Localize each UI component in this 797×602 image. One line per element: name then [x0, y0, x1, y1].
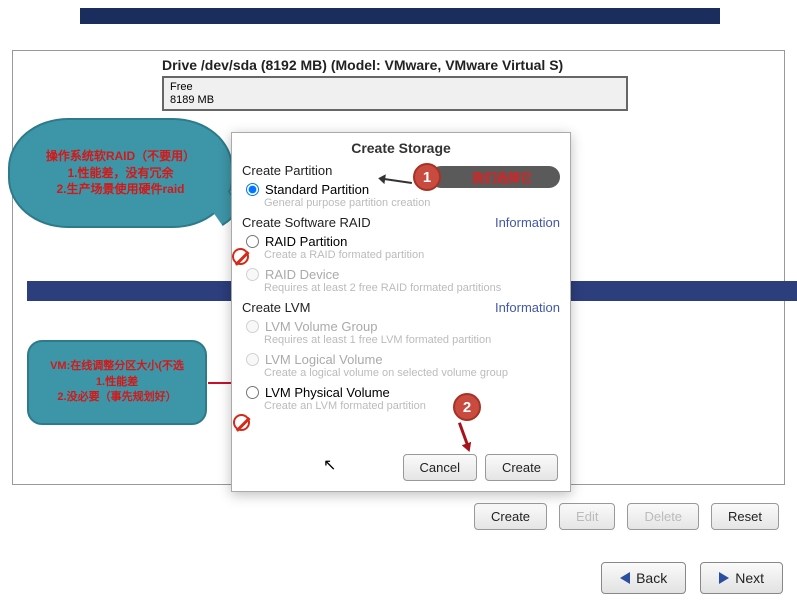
annotation-number-2: 2 — [453, 393, 481, 421]
radio-desc: Requires at least 2 free RAID formated p… — [232, 282, 570, 298]
annotation-bubble-raid: 操作系统软RAID（不要用） 1.性能差，没有冗余 2.生产场景使用硬件raid — [8, 118, 233, 228]
annotation-text: 2.没必要（事先规划好） — [57, 390, 176, 405]
annotation-text: 操作系统软RAID（不要用） — [46, 148, 195, 165]
no-entry-icon — [233, 414, 250, 431]
title-bar — [80, 8, 720, 24]
radio-input[interactable] — [246, 183, 259, 196]
radio-label: LVM Logical Volume — [265, 352, 383, 367]
create-button[interactable]: Create — [485, 454, 558, 481]
radio-desc: General purpose partition creation — [232, 197, 570, 213]
no-entry-icon — [232, 248, 249, 265]
arrow-right-icon — [719, 572, 729, 584]
annotation-tag-text: 我们选择它 — [472, 169, 532, 186]
radio-input[interactable] — [246, 235, 259, 248]
drive-title: Drive /dev/sda (8192 MB) (Model: VMware,… — [162, 57, 563, 73]
delete-button: Delete — [627, 503, 699, 530]
annotation-text: 1.性能差 — [96, 375, 138, 390]
cancel-button[interactable]: Cancel — [403, 454, 477, 481]
section-label-text: Create LVM — [242, 300, 310, 315]
edit-button: Edit — [559, 503, 615, 530]
back-label: Back — [636, 570, 667, 586]
annotation-number-1: 1 — [413, 163, 441, 191]
annotation-tag: 我们选择它 — [430, 166, 560, 188]
cursor-icon: ↖ — [323, 455, 336, 475]
section-create-lvm: Create LVM Information — [232, 298, 570, 317]
nav-button-bar: Back Next — [601, 562, 783, 594]
section-create-raid: Create Software RAID Information — [232, 213, 570, 232]
annotation-text: VM:在线调整分区大小(不选 — [50, 359, 184, 374]
radio-input[interactable] — [246, 386, 259, 399]
radio-desc: Create a RAID formated partition — [232, 249, 570, 265]
arrow-left-icon — [620, 572, 630, 584]
annotation-text: 1.性能差，没有冗余 — [67, 165, 173, 182]
radio-raid-partition[interactable]: RAID Partition — [232, 232, 570, 249]
information-link[interactable]: Information — [495, 215, 560, 230]
radio-input — [246, 268, 259, 281]
radio-label: RAID Partition — [265, 234, 347, 249]
next-button[interactable]: Next — [700, 562, 783, 594]
radio-lvm-lv: LVM Logical Volume — [232, 350, 570, 367]
drive-layout-box[interactable]: Free 8189 MB — [162, 76, 628, 111]
radio-input — [246, 353, 259, 366]
free-label: Free — [170, 81, 193, 93]
section-label-text: Create Software RAID — [242, 215, 371, 230]
bottom-action-bar: Create Edit Delete Reset — [474, 503, 779, 530]
radio-raid-device: RAID Device — [232, 265, 570, 282]
radio-desc: Requires at least 1 free LVM formated pa… — [232, 334, 570, 350]
radio-label: RAID Device — [265, 267, 339, 282]
radio-label: LVM Volume Group — [265, 319, 377, 334]
free-size: 8189 MB — [170, 94, 214, 106]
radio-lvm-vg: LVM Volume Group — [232, 317, 570, 334]
radio-desc: Create a logical volume on selected volu… — [232, 367, 570, 383]
radio-input — [246, 320, 259, 333]
information-link[interactable]: Information — [495, 300, 560, 315]
radio-label: LVM Physical Volume — [265, 385, 390, 400]
radio-desc: Create an LVM formated partition — [232, 400, 570, 416]
annotation-bubble-lvm: VM:在线调整分区大小(不选 1.性能差 2.没必要（事先规划好） — [27, 340, 207, 425]
dialog-title: Create Storage — [232, 133, 570, 161]
drive-free-segment: Free 8189 MB — [164, 78, 626, 110]
next-label: Next — [735, 570, 764, 586]
create-button[interactable]: Create — [474, 503, 547, 530]
annotation-text: 2.生产场景使用硬件raid — [56, 181, 184, 198]
back-button[interactable]: Back — [601, 562, 686, 594]
radio-label: Standard Partition — [265, 182, 369, 197]
reset-button[interactable]: Reset — [711, 503, 779, 530]
radio-lvm-pv[interactable]: LVM Physical Volume — [232, 383, 570, 400]
